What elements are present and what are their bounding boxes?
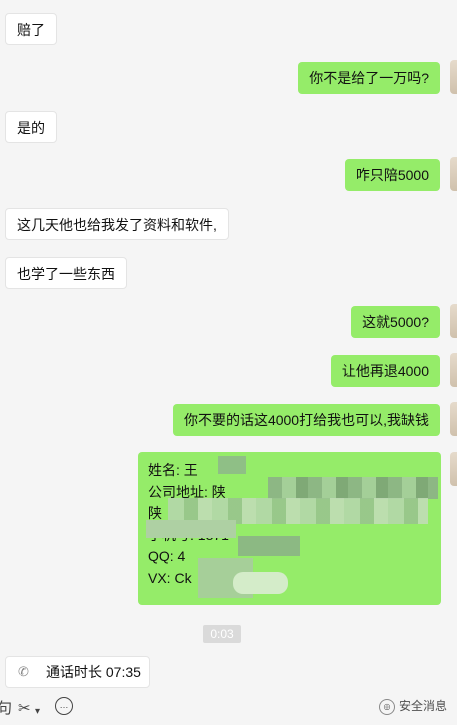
avatar[interactable] bbox=[450, 60, 457, 94]
message-bubble-outgoing[interactable]: 你不是给了一万吗? bbox=[298, 62, 440, 94]
watermark: ◎ 安全消息 bbox=[378, 699, 447, 715]
privacy-mosaic bbox=[233, 572, 288, 594]
message-bubble-incoming[interactable]: 也学了一些东西 bbox=[5, 257, 127, 289]
message-bubble-incoming[interactable]: 这几天他也给我发了资料和软件, bbox=[5, 208, 229, 240]
privacy-mosaic bbox=[218, 456, 246, 474]
message-bubble-incoming[interactable]: 赔了 bbox=[5, 13, 57, 45]
privacy-mosaic bbox=[268, 477, 438, 499]
message-bubble-incoming[interactable]: 是的 bbox=[5, 111, 57, 143]
message-text: 赔了 bbox=[17, 22, 45, 38]
message-text: 也学了一些东西 bbox=[17, 266, 115, 282]
privacy-mosaic bbox=[146, 520, 236, 538]
privacy-mosaic bbox=[238, 536, 300, 556]
avatar[interactable] bbox=[450, 402, 457, 436]
chat-icon[interactable]: … bbox=[55, 697, 73, 715]
toolbar-partial-glyph: 句 bbox=[0, 700, 13, 717]
watermark-logo-icon: ◎ bbox=[378, 699, 395, 715]
message-text: 这几天他也给我发了资料和软件, bbox=[17, 217, 217, 233]
message-text: 是的 bbox=[17, 120, 45, 136]
avatar[interactable] bbox=[450, 452, 457, 486]
message-bubble-outgoing[interactable]: 你不要的话这4000打给我也可以,我缺钱 bbox=[172, 404, 440, 436]
message-text: 你不是给了一万吗? bbox=[309, 70, 429, 86]
message-bubble-outgoing[interactable]: 咋只陪5000 bbox=[344, 159, 440, 191]
call-record-bubble[interactable]: ✆ 通话时长 07:35 bbox=[5, 656, 150, 688]
contact-wx: VX: Ck bbox=[148, 569, 192, 586]
message-text: 这就5000? bbox=[362, 314, 429, 330]
avatar[interactable] bbox=[450, 157, 457, 191]
message-bubble-outgoing[interactable]: 这就5000? bbox=[351, 306, 440, 338]
message-text: 你不要的话这4000打给我也可以,我缺钱 bbox=[183, 412, 429, 428]
chevron-down-icon[interactable]: ▾ bbox=[35, 702, 40, 722]
message-text: 让他再退4000 bbox=[341, 363, 429, 379]
message-bubble-outgoing[interactable]: 让他再退4000 bbox=[330, 355, 440, 387]
phone-icon: ✆ bbox=[18, 664, 29, 679]
message-timestamp: 0:03 bbox=[203, 625, 241, 643]
message-text: 咋只陪5000 bbox=[355, 167, 429, 183]
avatar[interactable] bbox=[450, 304, 457, 338]
avatar[interactable] bbox=[450, 353, 457, 387]
call-duration: 通话时长 07:35 bbox=[46, 664, 141, 680]
scissors-icon[interactable]: ✂ bbox=[18, 699, 31, 719]
contact-info-bubble[interactable]: 姓名: 王 公司地址: 陕 陕 手机号: 1871 QQ: 4 VX: Ck bbox=[138, 452, 441, 605]
watermark-text: 安全消息 bbox=[398, 699, 447, 714]
chat-area: 赔了 你不是给了一万吗? 是的 咋只陪5000 这几天他也给我发了资料和软件, … bbox=[0, 0, 457, 725]
